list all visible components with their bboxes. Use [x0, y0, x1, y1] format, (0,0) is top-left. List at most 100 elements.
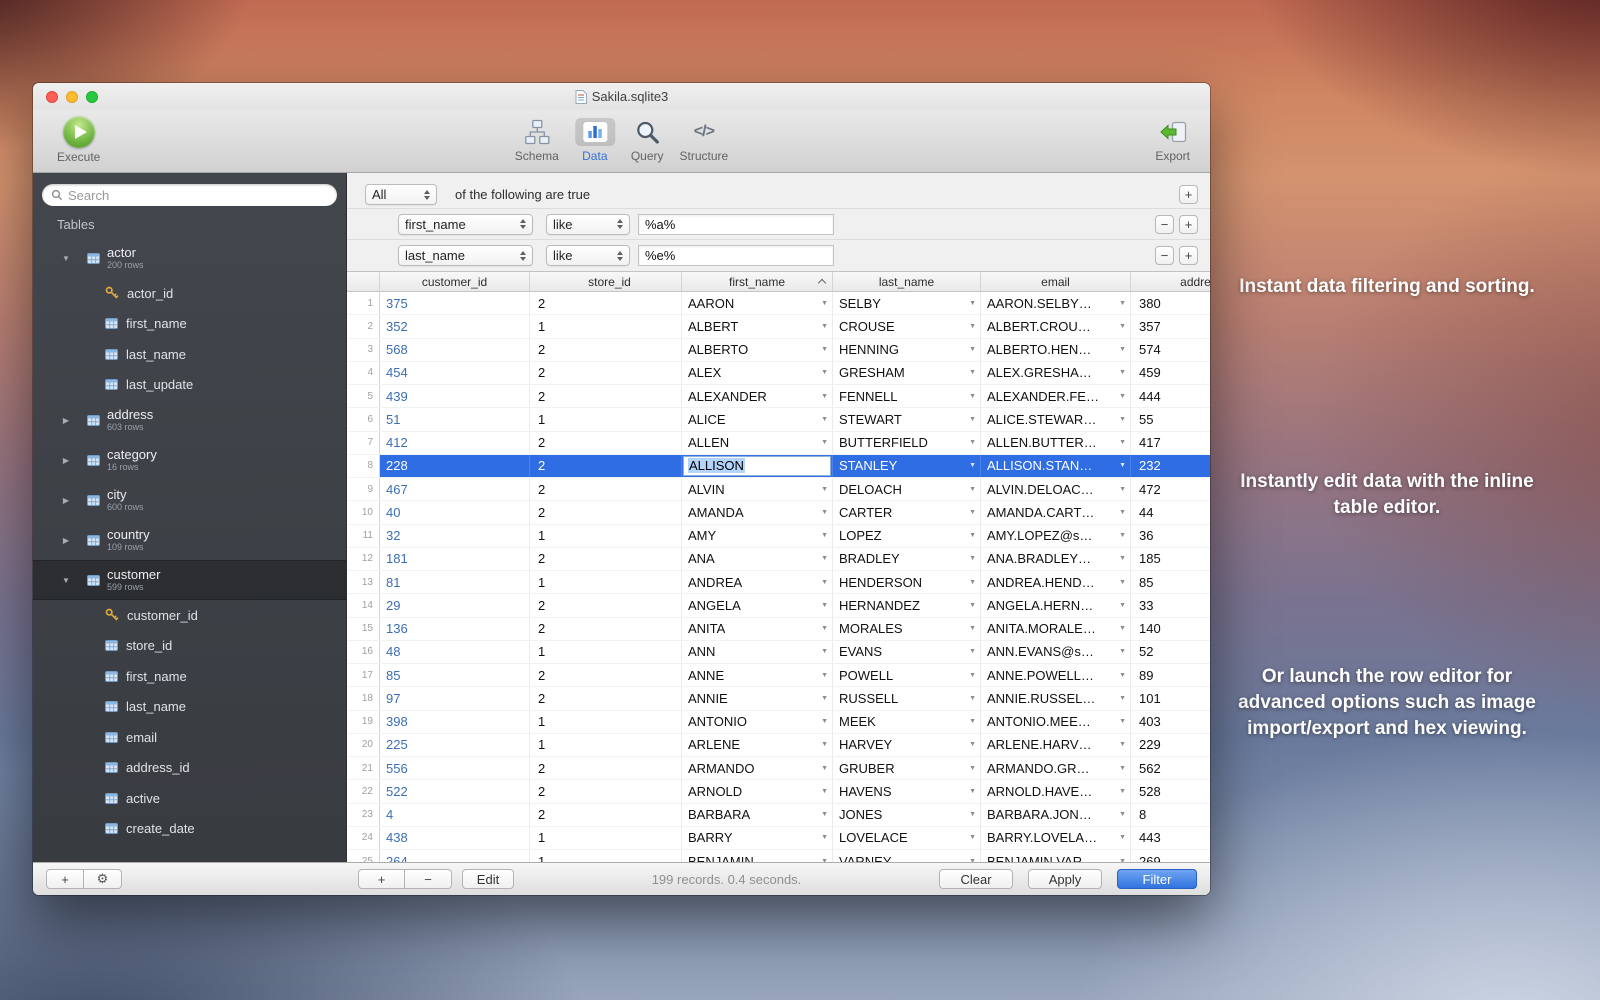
- cell-popup-icon[interactable]: ▼: [1115, 672, 1126, 679]
- search-box[interactable]: [42, 184, 337, 206]
- cell-customer-id[interactable]: 32: [380, 525, 530, 547]
- cell-popup-icon[interactable]: ▼: [965, 439, 976, 446]
- table-row-13[interactable]: 13811ANDREA▼HENDERSON▼ANDREA.HEND…▼85: [347, 571, 1210, 594]
- cell-address-id[interactable]: 444: [1131, 385, 1210, 407]
- cell-customer-id[interactable]: 522: [380, 780, 530, 802]
- filter-operator-popup[interactable]: like: [546, 245, 630, 266]
- cell-last-name[interactable]: GRUBER▼: [833, 757, 981, 779]
- cell-store-id[interactable]: 2: [530, 501, 682, 523]
- cell-email[interactable]: AMY.LOPEZ@s…▼: [981, 525, 1131, 547]
- cell-last-name[interactable]: HARVEY▼: [833, 734, 981, 756]
- cell-popup-icon[interactable]: ▼: [1115, 323, 1126, 330]
- cell-popup-icon[interactable]: ▼: [817, 765, 828, 772]
- cell-email[interactable]: ANGELA.HERN…▼: [981, 594, 1131, 616]
- table-row-25[interactable]: 252641BENJAMIN▼VARNEY▼BENJAMIN.VAR…▼269: [347, 850, 1210, 862]
- cell-popup-icon[interactable]: ▼: [965, 579, 976, 586]
- add-filter-button[interactable]: +: [1179, 185, 1198, 204]
- cell-popup-icon[interactable]: ▼: [817, 300, 828, 307]
- cell-customer-id[interactable]: 467: [380, 478, 530, 500]
- cell-customer-id[interactable]: 136: [380, 618, 530, 640]
- cell-first-name[interactable]: ANGELA▼: [682, 594, 833, 616]
- cell-email[interactable]: BENJAMIN.VAR…▼: [981, 850, 1131, 862]
- cell-email[interactable]: ANA.BRADLEY…▼: [981, 548, 1131, 570]
- table-row-4[interactable]: 44542ALEX▼GRESHAM▼ALEX.GRESHA…▼459: [347, 362, 1210, 385]
- cell-popup-icon[interactable]: ▼: [1115, 695, 1126, 702]
- cell-popup-icon[interactable]: ▼: [1115, 718, 1126, 725]
- sidebar-column-store_id[interactable]: store_id: [33, 631, 346, 662]
- cell-popup-icon[interactable]: ▼: [965, 486, 976, 493]
- cell-store-id[interactable]: 2: [530, 478, 682, 500]
- cell-store-id[interactable]: 1: [530, 408, 682, 430]
- cell-address-id[interactable]: 140: [1131, 618, 1210, 640]
- cell-popup-icon[interactable]: ▼: [965, 509, 976, 516]
- cell-address-id[interactable]: 85: [1131, 571, 1210, 593]
- cell-popup-icon[interactable]: ▼: [965, 300, 976, 307]
- sidebar-add-button[interactable]: +: [46, 869, 84, 889]
- cell-last-name[interactable]: DELOACH▼: [833, 478, 981, 500]
- cell-popup-icon[interactable]: ▼: [817, 416, 828, 423]
- cell-customer-id[interactable]: 40: [380, 501, 530, 523]
- cell-store-id[interactable]: 1: [530, 734, 682, 756]
- filter-button[interactable]: Filter: [1117, 869, 1197, 889]
- cell-email[interactable]: ALVIN.DELOAC…▼: [981, 478, 1131, 500]
- export-button[interactable]: Export: [1155, 117, 1190, 163]
- cell-email[interactable]: ARNOLD.HAVE…▼: [981, 780, 1131, 802]
- cell-customer-id[interactable]: 81: [380, 571, 530, 593]
- cell-first-name[interactable]: BARRY▼: [682, 827, 833, 849]
- cell-popup-icon[interactable]: ▼: [965, 602, 976, 609]
- sidebar-column-active[interactable]: active: [33, 783, 346, 814]
- cell-customer-id[interactable]: 97: [380, 687, 530, 709]
- column-header-address-id[interactable]: address_id: [1131, 272, 1210, 291]
- cell-last-name[interactable]: RUSSELL▼: [833, 687, 981, 709]
- cell-address-id[interactable]: 55: [1131, 408, 1210, 430]
- filter-value-input[interactable]: [638, 245, 834, 266]
- cell-email[interactable]: BARRY.LOVELA…▼: [981, 827, 1131, 849]
- cell-popup-icon[interactable]: ▼: [1115, 346, 1126, 353]
- cell-address-id[interactable]: 459: [1131, 362, 1210, 384]
- cell-store-id[interactable]: 2: [530, 594, 682, 616]
- cell-customer-id[interactable]: 225: [380, 734, 530, 756]
- table-row-7[interactable]: 74122ALLEN▼BUTTERFIELD▼ALLEN.BUTTER…▼417: [347, 432, 1210, 455]
- cell-popup-icon[interactable]: ▼: [965, 741, 976, 748]
- structure-button[interactable]: </> Structure: [680, 117, 729, 163]
- cell-store-id[interactable]: 2: [530, 780, 682, 802]
- query-button[interactable]: Query: [631, 117, 664, 163]
- sidebar-column-customer_id[interactable]: customer_id: [33, 600, 346, 631]
- cell-email[interactable]: ALLISON.STAN…▼: [981, 455, 1131, 477]
- table-row-11[interactable]: 11321AMY▼LOPEZ▼AMY.LOPEZ@s…▼36: [347, 525, 1210, 548]
- cell-first-name[interactable]: ANNIE▼: [682, 687, 833, 709]
- table-row-21[interactable]: 215562ARMANDO▼GRUBER▼ARMANDO.GR…▼562: [347, 757, 1210, 780]
- cell-email[interactable]: ANNE.POWELL…▼: [981, 664, 1131, 686]
- cell-popup-icon[interactable]: ▼: [965, 718, 976, 725]
- cell-popup-icon[interactable]: ▼: [817, 602, 828, 609]
- cell-first-name[interactable]: BARBARA▼: [682, 804, 833, 826]
- cell-first-name[interactable]: BENJAMIN▼: [682, 850, 833, 862]
- cell-popup-icon[interactable]: ▼: [1115, 532, 1126, 539]
- cell-popup-icon[interactable]: ▼: [1115, 625, 1126, 632]
- column-header-last-name[interactable]: last_name: [833, 272, 981, 291]
- cell-first-name[interactable]: ALICE▼: [682, 408, 833, 430]
- cell-address-id[interactable]: 472: [1131, 478, 1210, 500]
- cell-last-name[interactable]: STANLEY▼: [833, 455, 981, 477]
- cell-first-name[interactable]: ALEX▼: [682, 362, 833, 384]
- close-button[interactable]: [46, 91, 58, 103]
- cell-last-name[interactable]: MORALES▼: [833, 618, 981, 640]
- filter-field-popup[interactable]: last_name: [398, 245, 533, 266]
- cell-popup-icon[interactable]: ▼: [1115, 741, 1126, 748]
- sidebar-column-last_name[interactable]: last_name: [33, 692, 346, 723]
- cell-last-name[interactable]: MEEK▼: [833, 711, 981, 733]
- cell-popup-icon[interactable]: ▼: [965, 765, 976, 772]
- column-header-first-name[interactable]: first_name: [682, 272, 833, 291]
- cell-popup-icon[interactable]: ▼: [1115, 579, 1126, 586]
- cell-email[interactable]: ALEX.GRESHA…▼: [981, 362, 1131, 384]
- inline-cell-editor[interactable]: ALLISON: [683, 456, 831, 476]
- sidebar-column-last_name[interactable]: last_name: [33, 339, 346, 370]
- cell-popup-icon[interactable]: ▼: [965, 695, 976, 702]
- cell-popup-icon[interactable]: ▼: [817, 672, 828, 679]
- table-row-6[interactable]: 6511ALICE▼STEWART▼ALICE.STEWAR…▼55: [347, 408, 1210, 431]
- cell-last-name[interactable]: JONES▼: [833, 804, 981, 826]
- cell-popup-icon[interactable]: ▼: [1115, 602, 1126, 609]
- match-popup[interactable]: All: [365, 184, 437, 205]
- cell-address-id[interactable]: 8: [1131, 804, 1210, 826]
- remove-filter-button[interactable]: −: [1155, 246, 1174, 265]
